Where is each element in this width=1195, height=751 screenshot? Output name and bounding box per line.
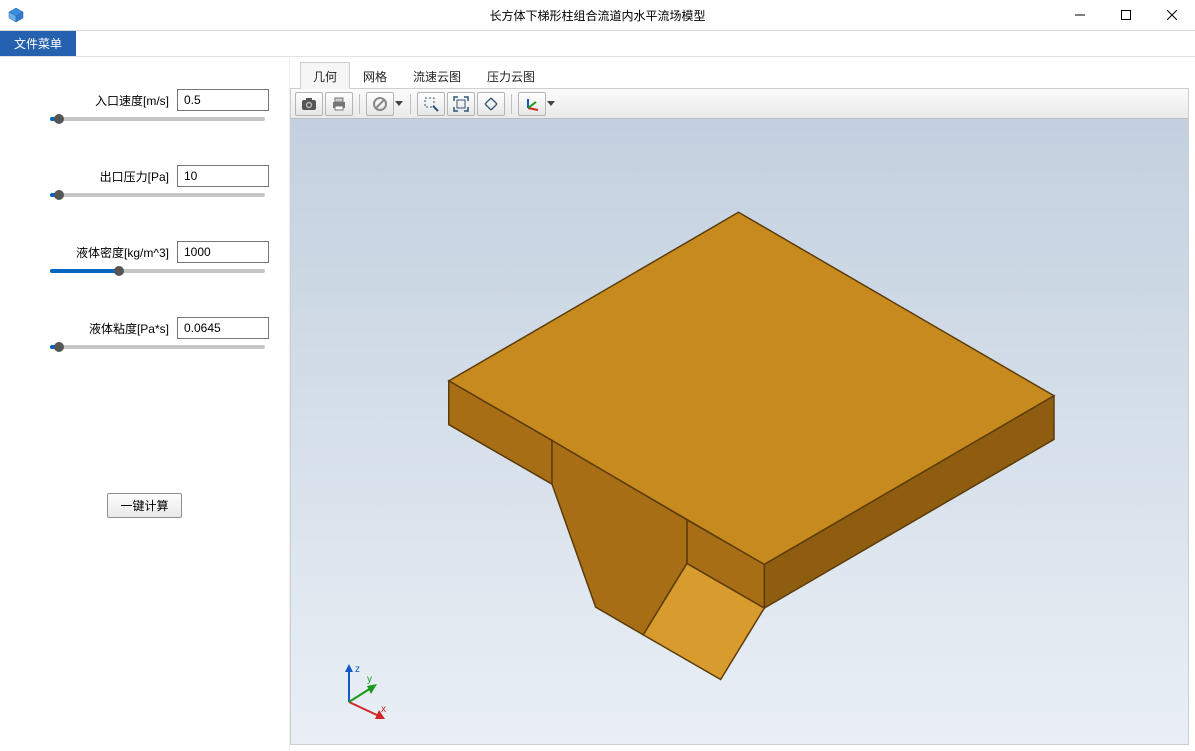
- compute-button-label: 一键计算: [120, 499, 168, 513]
- menubar: 文件菜单: [0, 31, 1195, 57]
- toolbar-separator: [410, 94, 411, 114]
- axis-x-label: x: [381, 704, 386, 715]
- minimize-button[interactable]: [1057, 0, 1103, 30]
- viewport-toolbar: [290, 89, 1189, 119]
- print-icon[interactable]: [325, 92, 353, 116]
- reset-view-icon[interactable]: [477, 92, 505, 116]
- tab-1[interactable]: 网格: [350, 62, 400, 90]
- axis-triad-icon[interactable]: [518, 92, 546, 116]
- tab-0[interactable]: 几何: [300, 62, 350, 90]
- param-label: 出口压力[Pa]: [20, 168, 169, 185]
- param-label: 液体密度[kg/m^3]: [20, 244, 169, 261]
- cancel-icon[interactable]: [366, 92, 394, 116]
- sidebar: 入口速度[m/s] 出口压力[Pa] 液体密度[kg/m^3]: [0, 57, 290, 751]
- param-group: 入口速度[m/s]: [20, 89, 269, 131]
- camera-icon[interactable]: [295, 92, 323, 116]
- window-buttons: [1057, 0, 1195, 30]
- maximize-button[interactable]: [1103, 0, 1149, 30]
- window-title: 长方体下梯形柱组合流道内水平流场模型: [489, 7, 705, 24]
- titlebar: 长方体下梯形柱组合流道内水平流场模型: [0, 0, 1195, 31]
- param-group: 液体密度[kg/m^3]: [20, 241, 269, 283]
- param-input-3[interactable]: [177, 317, 269, 339]
- param-slider-0[interactable]: [20, 117, 269, 131]
- axis-y-label: y: [367, 674, 372, 685]
- dropdown-caret-icon[interactable]: [546, 92, 556, 116]
- tab-3[interactable]: 压力云图: [474, 62, 548, 90]
- param-label: 液体粘度[Pa*s]: [20, 320, 169, 337]
- tab-2[interactable]: 流速云图: [400, 62, 474, 90]
- toolbar-separator: [359, 94, 360, 114]
- param-label: 入口速度[m/s]: [20, 92, 169, 109]
- param-input-1[interactable]: [177, 165, 269, 187]
- compute-button[interactable]: 一键计算: [107, 493, 181, 518]
- menu-file[interactable]: 文件菜单: [0, 31, 76, 56]
- param-group: 液体粘度[Pa*s]: [20, 317, 269, 359]
- param-slider-2[interactable]: [20, 269, 269, 283]
- geometry-render: [291, 119, 1188, 744]
- dropdown-caret-icon[interactable]: [394, 92, 404, 116]
- app-icon: [8, 7, 24, 23]
- tabstrip: 几何网格流速云图压力云图: [290, 63, 1189, 89]
- param-input-2[interactable]: [177, 241, 269, 263]
- param-slider-3[interactable]: [20, 345, 269, 359]
- fit-view-icon[interactable]: [447, 92, 475, 116]
- menu-file-label: 文件菜单: [14, 35, 62, 52]
- param-slider-1[interactable]: [20, 193, 269, 207]
- axis-z-label: z: [355, 664, 360, 675]
- zoom-select-icon[interactable]: [417, 92, 445, 116]
- main: 入口速度[m/s] 出口压力[Pa] 液体密度[kg/m^3]: [0, 57, 1195, 751]
- axis-triad: z x y: [331, 660, 391, 720]
- param-input-0[interactable]: [177, 89, 269, 111]
- param-group: 出口压力[Pa]: [20, 165, 269, 207]
- rightpane: 几何网格流速云图压力云图: [290, 57, 1195, 751]
- close-button[interactable]: [1149, 0, 1195, 30]
- toolbar-separator: [511, 94, 512, 114]
- viewport-3d[interactable]: z x y: [290, 119, 1189, 745]
